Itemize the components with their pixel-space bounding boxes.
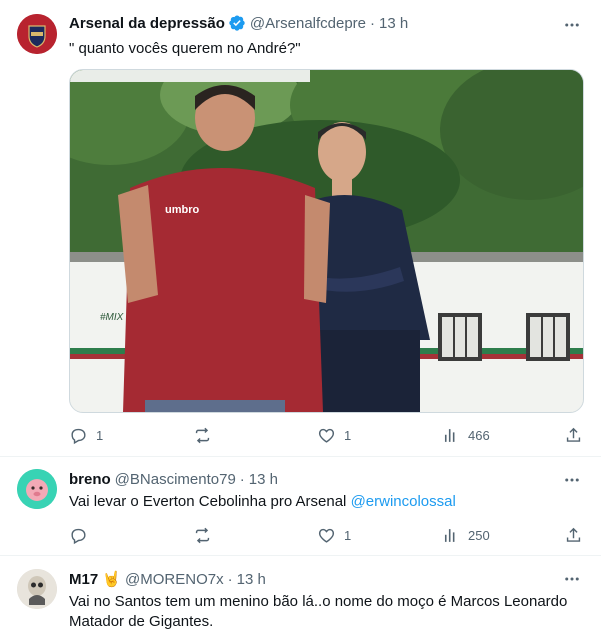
timestamp[interactable]: 13 h (237, 571, 266, 588)
tweet-actions: 1 250 (69, 524, 584, 548)
author-name[interactable]: breno (69, 471, 111, 488)
avatar[interactable] (17, 14, 57, 54)
tweet-photo[interactable]: #MIX DE XEREM umbro (69, 69, 584, 413)
shirt-logo-text: umbro (165, 204, 200, 216)
more-options-icon[interactable] (563, 16, 581, 34)
retweet-button[interactable] (193, 424, 220, 446)
reply-button[interactable]: 1 (69, 424, 103, 446)
timestamp[interactable]: 13 h (249, 471, 278, 488)
retweet-icon (195, 427, 210, 443)
author-name[interactable]: Arsenal da depressão (69, 15, 225, 32)
tweet-1[interactable]: Arsenal da depressão @Arsenalfcdepre · 1… (0, 0, 601, 457)
reply-icon (71, 428, 86, 444)
views-count: 250 (468, 527, 490, 543)
tweet-text: " quanto vocês querem no André?" (69, 40, 301, 57)
like-button[interactable]: 1 (317, 524, 351, 546)
separator-dot: · (227, 570, 233, 588)
author-handle[interactable]: @Arsenalfcdepre (250, 15, 366, 32)
views-count: 466 (468, 427, 490, 443)
tweet-text-main: Vai levar o Everton Cebolinha pro Arsena… (69, 493, 351, 510)
retweet-button[interactable] (193, 524, 220, 546)
share-icon (566, 527, 581, 542)
more-options-icon[interactable] (563, 471, 581, 489)
avatar[interactable] (17, 569, 57, 609)
tweet-2[interactable]: breno @BNascimento79 · 13 h Vai levar o … (0, 457, 601, 556)
more-options-icon[interactable] (563, 570, 581, 588)
tweet-text: Vai no Santos tem um menino bão lá..o no… (69, 592, 584, 632)
author-handle[interactable]: @BNascimento79 (115, 471, 236, 488)
views-button[interactable]: 250 (441, 524, 490, 546)
like-icon (318, 428, 335, 443)
author-handle[interactable]: @MORENO7x (125, 571, 224, 588)
retweet-icon (195, 527, 210, 543)
tweet-text-line-2: Matador de Gigantes. (69, 613, 214, 630)
tweet-text-line-1: Vai no Santos tem um menino bão lá..o no… (69, 593, 568, 610)
reply-button[interactable] (69, 524, 96, 546)
like-icon (318, 528, 335, 543)
share-button[interactable] (564, 524, 583, 546)
separator-dot: · (370, 14, 376, 32)
tweet-actions: 1 1 466 (69, 424, 584, 448)
like-count: 1 (344, 527, 352, 543)
reply-icon (71, 528, 86, 544)
tweet-text: Vai levar o Everton Cebolinha pro Arsena… (69, 492, 584, 512)
share-icon (566, 427, 581, 442)
views-icon (444, 428, 455, 442)
like-count: 1 (344, 427, 352, 443)
separator-dot: · (239, 471, 245, 488)
reply-count: 1 (96, 427, 104, 443)
views-button[interactable]: 466 (441, 424, 490, 446)
mention-link[interactable]: @erwincolossal (351, 493, 456, 510)
avatar[interactable] (17, 469, 57, 509)
timestamp[interactable]: 13 h (379, 15, 408, 32)
tweet-3[interactable]: M17 🤘 @MORENO7x · 13 h Vai no Santos tem… (0, 556, 601, 636)
like-button[interactable]: 1 (317, 424, 351, 446)
views-icon (444, 528, 455, 542)
share-button[interactable] (564, 424, 583, 446)
verified-badge-icon (228, 14, 246, 32)
author-name[interactable]: M17 🤘 (69, 570, 121, 588)
